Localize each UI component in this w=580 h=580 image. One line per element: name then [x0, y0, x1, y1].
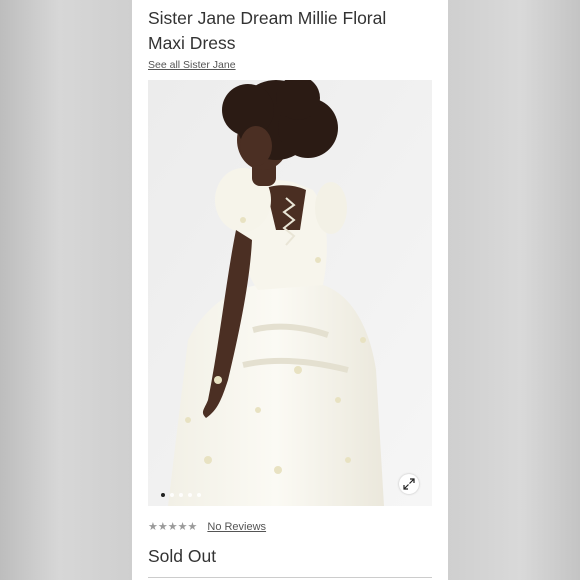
gallery-pagination	[161, 493, 201, 497]
background-right	[448, 0, 580, 580]
see-all-brand-link[interactable]: See all Sister Jane	[148, 59, 236, 71]
divider	[148, 577, 432, 578]
gallery-dot[interactable]	[188, 493, 192, 497]
star-icon: ★	[148, 520, 158, 533]
gallery-dot[interactable]	[179, 493, 183, 497]
star-icon: ★	[177, 520, 188, 533]
product-card: Sister Jane Dream Millie Floral Maxi Dre…	[132, 0, 448, 580]
availability-status: Sold Out	[148, 546, 217, 566]
rating-stars: ★ ★ ★ ★ ★	[148, 521, 197, 533]
star-icon: ★	[157, 520, 168, 533]
product-title: Sister Jane Dream Millie Floral Maxi Dre…	[148, 8, 387, 53]
star-icon: ★	[187, 520, 198, 533]
gallery-dot[interactable]	[170, 493, 174, 497]
product-photo	[148, 80, 432, 506]
expand-button[interactable]	[399, 474, 419, 494]
star-icon: ★	[167, 520, 178, 533]
rating-row: ★ ★ ★ ★ ★ No Reviews	[148, 521, 266, 534]
product-image-gallery[interactable]	[148, 80, 432, 506]
gallery-dot[interactable]	[197, 493, 201, 497]
expand-icon	[403, 478, 415, 490]
reviews-link[interactable]: No Reviews	[207, 521, 266, 533]
background-left	[0, 0, 132, 580]
gallery-dot[interactable]	[161, 493, 165, 497]
